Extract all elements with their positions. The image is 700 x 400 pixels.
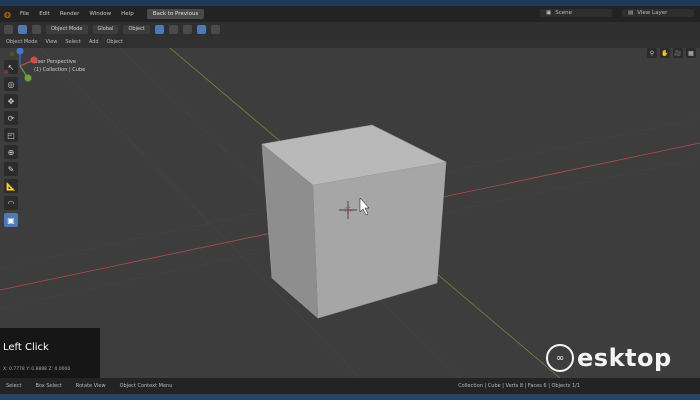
subheader-view[interactable]: View <box>46 39 58 45</box>
left-click-title: Left Click <box>3 342 49 353</box>
view-layer-selector[interactable]: ▤ View Layer <box>622 9 694 17</box>
shading-material-icon[interactable] <box>210 24 220 34</box>
navigation-gizmo[interactable] <box>0 48 40 84</box>
blender-window: ◍ File Edit Render Window Help Back to P… <box>0 6 700 394</box>
subheader-add[interactable]: Add <box>89 39 99 45</box>
watermark-logo-icon: ∞ <box>546 344 574 372</box>
cube-front-face <box>313 162 446 318</box>
annotate-tool-icon[interactable]: ✎ <box>4 162 18 176</box>
mode-dropdown[interactable]: Object Mode <box>46 24 88 34</box>
camera-icon[interactable]: 🎥 <box>673 48 683 58</box>
zoom-icon[interactable]: ⚲ <box>647 48 657 58</box>
scale-tool-icon[interactable]: ◰ <box>4 128 18 142</box>
cube-object[interactable] <box>261 124 447 319</box>
status-bar: Select Box Select Rotate View Object Con… <box>0 378 700 394</box>
add-cube-tool-icon[interactable]: ◠ <box>4 196 18 210</box>
rotate-tool-icon[interactable]: ⟳ <box>4 111 18 125</box>
active-tool-icon[interactable]: ▣ <box>4 213 18 227</box>
watermark-text: esktop <box>577 344 672 372</box>
menu-file[interactable]: File <box>20 11 29 17</box>
measure-tool-icon[interactable]: 📐 <box>4 179 18 193</box>
view-perspective-label: User Perspective <box>34 59 76 65</box>
3d-viewport[interactable]: User Perspective (1) Collection | Cube ↖… <box>0 48 700 378</box>
pivot-object-dropdown[interactable]: Object <box>123 24 150 34</box>
tool-shelf: ↖ ◎ ✥ ⟳ ◰ ⊕ ✎ 📐 ◠ ▣ <box>4 60 18 227</box>
select-mode-icon[interactable] <box>32 24 41 34</box>
grid-view-icon[interactable]: ▦ <box>686 48 696 58</box>
subheader-select[interactable]: Select <box>65 39 80 45</box>
scene-icon: ▣ <box>546 10 552 16</box>
proportional-edit-icon[interactable] <box>168 24 178 34</box>
editor-type-icon[interactable] <box>4 24 13 34</box>
menu-help[interactable]: Help <box>121 11 134 17</box>
select-box-icon[interactable] <box>18 24 27 34</box>
view-layer-label: View Layer <box>637 10 668 16</box>
status-rotate-view: Rotate View <box>75 383 106 389</box>
viewport-header: Object Mode Global Object <box>0 22 700 36</box>
view-nav-controls: ⚲ ✋ 🎥 ▦ <box>647 48 696 58</box>
move-tool-icon[interactable]: ✥ <box>4 94 18 108</box>
menu-edit[interactable]: Edit <box>39 11 50 17</box>
status-select: Select <box>6 383 22 389</box>
left-click-info: X: 0.7778 Y: 0.8888 Z: 0.0000 <box>3 367 71 372</box>
transform-tool-icon[interactable]: ⊕ <box>4 145 18 159</box>
subheader-mode[interactable]: Object Mode <box>6 39 38 45</box>
view-info: User Perspective (1) Collection | Cube <box>34 58 85 74</box>
subheader-object[interactable]: Object <box>107 39 123 45</box>
collection-label: (1) Collection | Cube <box>34 67 86 73</box>
scene-controls: ▣ Scene ▤ View Layer <box>540 9 694 17</box>
status-scene-stats: Collection | Cube | Verts 8 | Faces 6 | … <box>458 383 580 389</box>
viewport-subheader: Object Mode View Select Add Object <box>0 36 700 48</box>
scene-selector[interactable]: ▣ Scene <box>540 9 612 17</box>
left-click-overlay: Left Click X: 0.7778 Y: 0.8888 Z: 0.0000 <box>0 328 100 384</box>
viewport-scene <box>0 48 700 378</box>
pan-hand-icon[interactable]: ✋ <box>660 48 670 58</box>
status-box-select: Box Select <box>35 383 62 389</box>
menu-render[interactable]: Render <box>60 11 80 17</box>
layers-icon: ▤ <box>628 10 634 16</box>
status-context-menu: Object Context Menu <box>119 383 173 389</box>
blender-logo-icon[interactable]: ◍ <box>4 10 11 19</box>
menu-window[interactable]: Window <box>89 11 111 17</box>
back-to-previous-button[interactable]: Back to Previous <box>146 9 205 19</box>
top-menu-bar: ◍ File Edit Render Window Help Back to P… <box>0 6 700 22</box>
scene-label: Scene <box>555 10 572 16</box>
snap-icon[interactable] <box>154 24 164 34</box>
shading-solid-icon[interactable] <box>196 24 206 34</box>
overlay-icon[interactable] <box>182 24 192 34</box>
watermark: ∞ esktop <box>546 344 672 372</box>
transform-orientation-dropdown[interactable]: Global <box>92 24 119 34</box>
